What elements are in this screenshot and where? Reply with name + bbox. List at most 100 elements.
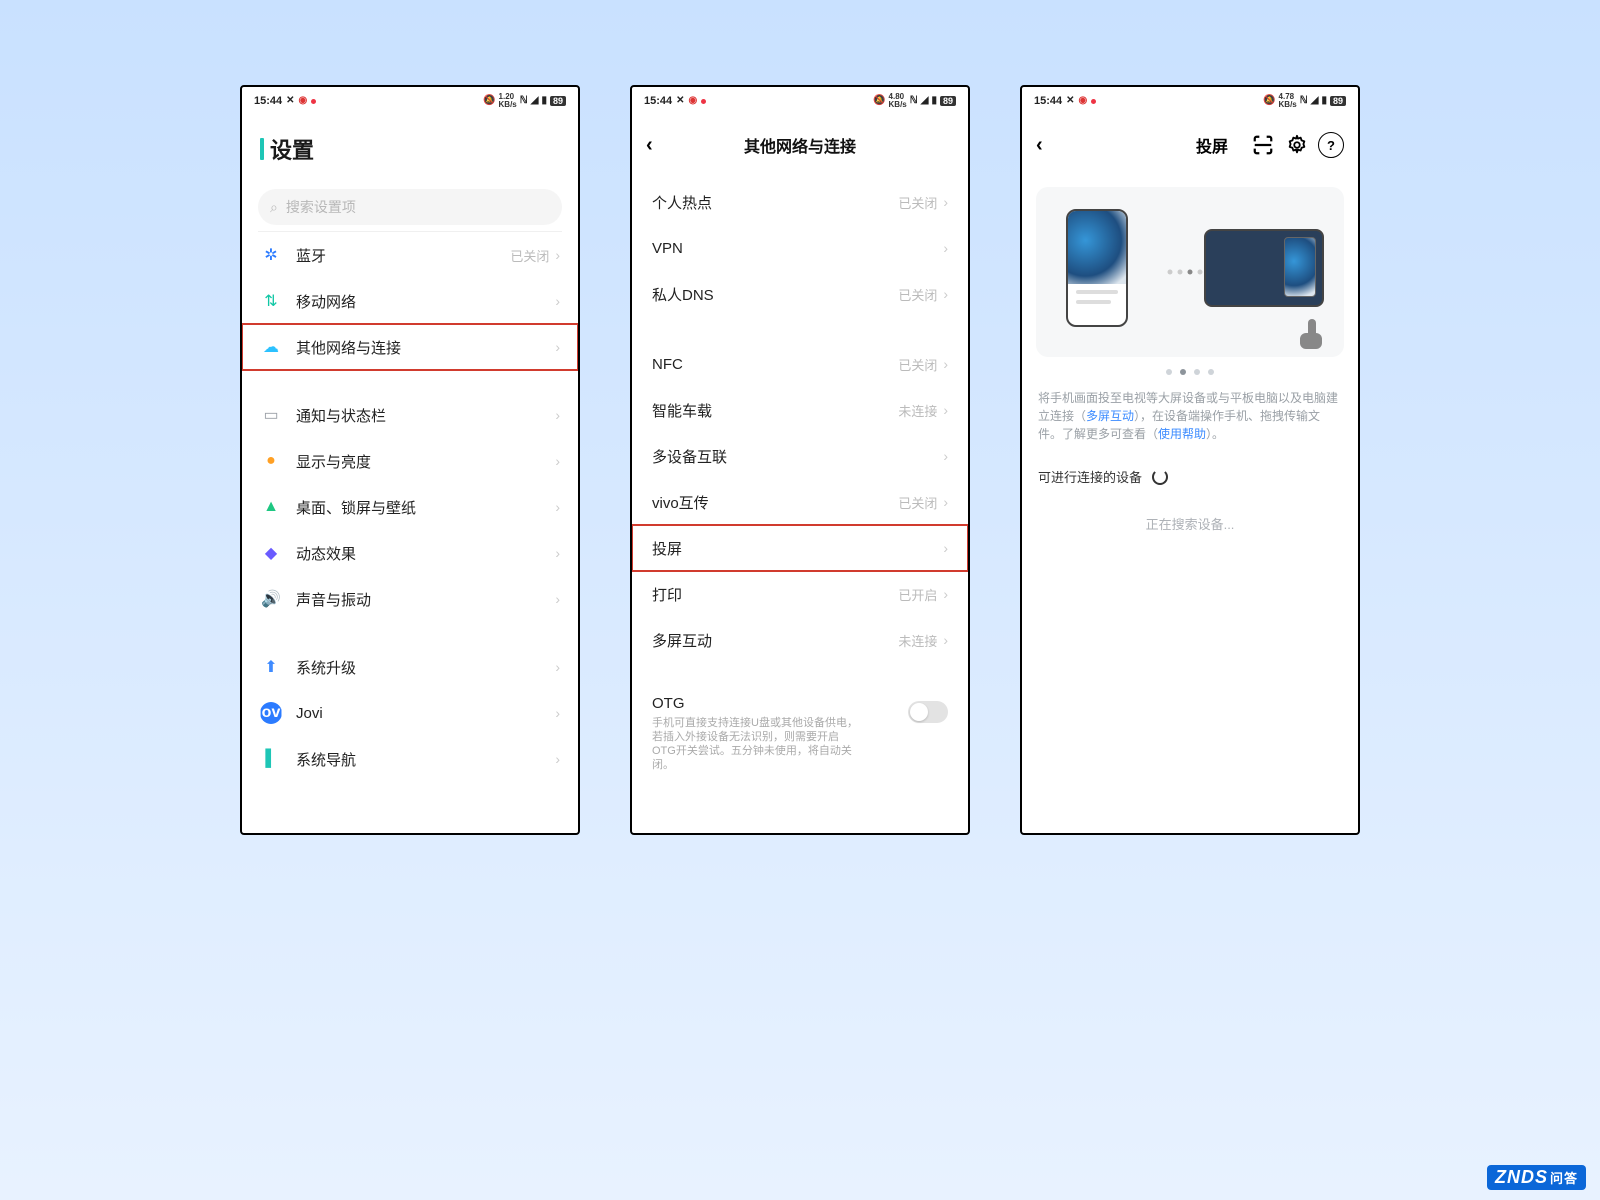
connections-list: 个人热点 已关闭 › VPN › 私人DNS 已关闭 › NFC 已关闭 › 智… [632,167,968,833]
header: ‹ 其他网络与连接 [632,115,968,167]
page-title: 其他网络与连接 [744,133,856,157]
screenshot-3: 15:44 ✕ ◉ 🔕 4.78KB/s ℕ ◢ ▮ 89 ‹ 投屏 [1020,85,1360,835]
motion-icon: ◆ [260,542,282,564]
item-hotspot[interactable]: 个人热点 已关闭 › [632,179,968,225]
tablet-illustration [1204,229,1324,307]
settings-other-connections[interactable]: ☁ 其他网络与连接 › [242,324,578,370]
settings-sound[interactable]: 🔊 声音与振动 › [242,576,578,622]
chevron-right-icon: › [943,402,948,418]
battery: 89 [550,96,566,106]
nfc-icon: ℕ [910,96,918,106]
item-multi-device[interactable]: 多设备互联 › [632,433,968,479]
item-smart-car[interactable]: 智能车载 未连接 › [632,387,968,433]
chevron-right-icon: › [555,659,560,675]
netease-icon: ◉ [689,96,698,106]
chevron-right-icon: › [555,705,560,721]
settings-system-upgrade[interactable]: ⬆ 系统升级 › [242,644,578,690]
notification-dot [1091,99,1096,104]
search-placeholder: 搜索设置项 [286,197,356,217]
page-indicator[interactable] [1022,369,1358,375]
screenshot-2: 15:44 ✕ ◉ 🔕 4.80KB/s ℕ ◢ ▮ 89 ‹ 其他网络与连接 … [630,85,970,835]
search-icon: ⌕ [270,199,278,216]
settings-mobile-network[interactable]: ⇅ 移动网络 › [242,278,578,324]
back-button[interactable]: ‹ [646,134,653,157]
chevron-right-icon: › [555,499,560,515]
signal-icon: ▮ [931,96,937,106]
link-help[interactable]: 使用帮助 [1158,427,1206,441]
status-bar: 15:44 ✕ ◉ 🔕 4.78KB/s ℕ ◢ ▮ 89 [1022,87,1358,115]
netease-icon: ◉ [299,96,308,106]
mute-icon: 🔕 [873,96,885,106]
item-cast-screen[interactable]: 投屏 › [632,525,968,571]
battery: 89 [1330,96,1346,106]
chevron-right-icon: › [555,407,560,423]
navigation-icon: ▌ [260,748,282,770]
settings-wallpaper[interactable]: ▲ 桌面、锁屏与壁纸 › [242,484,578,530]
notification-dot [311,99,316,104]
otg-description: 手机可直接支持连接U盘或其他设备供电，若插入外接设备无法识别，则需要开启OTG开… [652,716,908,772]
clock: 15:44 [644,95,672,107]
net-speed: 1.20KB/s [499,93,517,109]
item-nfc[interactable]: NFC 已关闭 › [632,341,968,387]
chevron-right-icon: › [555,339,560,355]
link-multi-screen[interactable]: 多屏互动 [1086,409,1134,423]
chevron-right-icon: › [943,494,948,510]
chevron-right-icon: › [555,247,560,263]
mute-icon: 🔕 [1263,96,1275,106]
brightness-icon: ● [260,450,282,472]
item-private-dns[interactable]: 私人DNS 已关闭 › [632,271,968,317]
item-vivo-share[interactable]: vivo互传 已关闭 › [632,479,968,525]
chevron-right-icon: › [555,751,560,767]
connections-icon: ☁ [260,336,282,358]
chevron-right-icon: › [555,453,560,469]
chevron-right-icon: › [555,591,560,607]
chevron-right-icon: › [943,632,948,648]
settings-motion[interactable]: ◆ 动态效果 › [242,530,578,576]
wallpaper-icon: ▲ [260,496,282,518]
settings-jovi[interactable]: jovi Jovi › [242,690,578,736]
back-button[interactable]: ‹ [1036,134,1043,157]
watermark: ZNDS问答 [1487,1165,1586,1190]
chevron-right-icon: › [943,240,948,256]
available-devices-label: 可进行连接的设备 [1038,467,1342,486]
wifi-icon: ◢ [1311,96,1319,106]
page-title-row: 设置 [242,115,578,173]
chevron-right-icon: › [555,545,560,561]
search-input[interactable]: ⌕ 搜索设置项 [258,189,562,225]
help-icon[interactable]: ? [1318,132,1344,158]
settings-icon[interactable] [1286,134,1308,156]
notification-dot [701,99,706,104]
wifi-icon: ◢ [531,96,539,106]
settings-list: ✲ 蓝牙 已关闭 › ⇅ 移动网络 › ☁ 其他网络与连接 › ▭ 通知与状态栏… [242,232,578,833]
battery: 89 [940,96,956,106]
settings-notifications[interactable]: ▭ 通知与状态栏 › [242,392,578,438]
phone-illustration [1066,209,1128,327]
settings-system-nav[interactable]: ▌ 系统导航 › [242,736,578,782]
status-bar: 15:44 ✕ ◉ 🔕 4.80KB/s ℕ ◢ ▮ 89 [632,87,968,115]
otg-toggle[interactable] [908,701,948,723]
title-accent [260,138,264,160]
item-multi-screen[interactable]: 多屏互动 未连接 › [632,617,968,663]
chevron-right-icon: › [943,540,948,556]
otg-title: OTG [652,695,908,712]
screenshot-1: 15:44 ✕ ◉ 🔕 1.20KB/s ℕ ◢ ▮ 89 设置 ⌕ 搜索设置项 [240,85,580,835]
chevron-right-icon: › [943,448,948,464]
net-speed: 4.78KB/s [1279,93,1297,109]
header: ‹ 投屏 ? [1022,115,1358,167]
item-print[interactable]: 打印 已开启 › [632,571,968,617]
chevron-right-icon: › [943,194,948,210]
status-bar: 15:44 ✕ ◉ 🔕 1.20KB/s ℕ ◢ ▮ 89 [242,87,578,115]
settings-bluetooth[interactable]: ✲ 蓝牙 已关闭 › [242,232,578,278]
capcut-icon: ✕ [286,96,294,106]
otg-section: OTG 手机可直接支持连接U盘或其他设备供电，若插入外接设备无法识别，则需要开启… [632,687,968,772]
spinner-icon [1152,469,1168,485]
scan-icon[interactable] [1252,134,1274,156]
page-title: 设置 [270,133,314,165]
settings-display[interactable]: ● 显示与亮度 › [242,438,578,484]
jovi-icon: jovi [260,702,282,724]
item-vpn[interactable]: VPN › [632,225,968,271]
searching-text: 正在搜索设备... [1022,514,1358,533]
chevron-right-icon: › [943,356,948,372]
netease-icon: ◉ [1079,96,1088,106]
chevron-right-icon: › [555,293,560,309]
